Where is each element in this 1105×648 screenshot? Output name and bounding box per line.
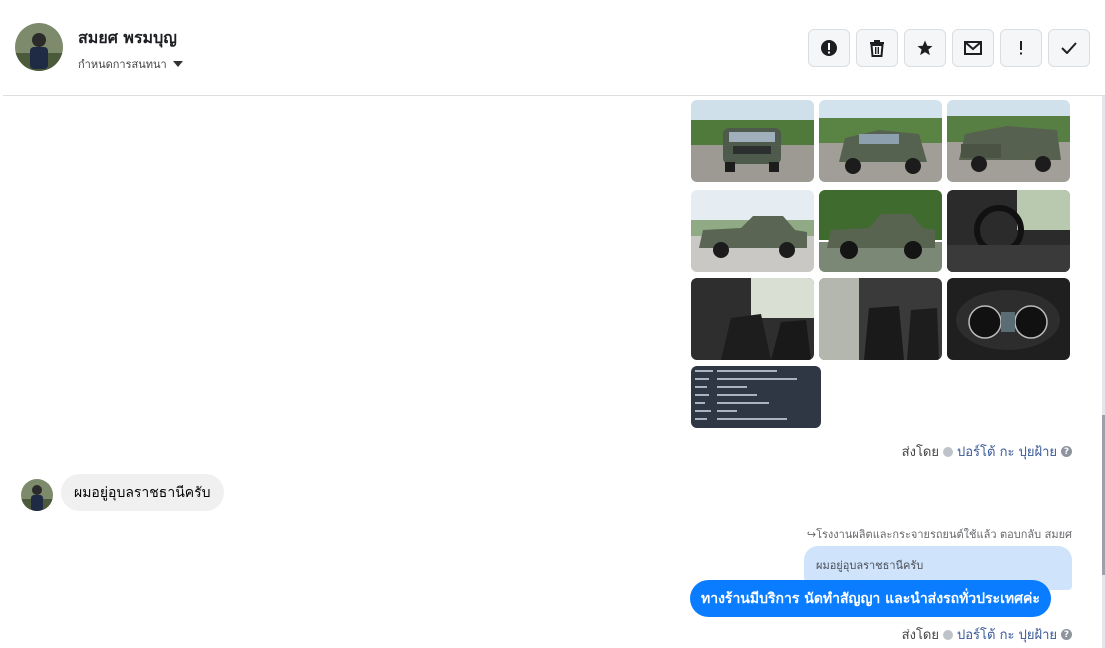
page-icon <box>943 446 953 457</box>
reply-note-text: โรงงานผลิตและกระจายรถยนต์ใช้แล้ว ตอบกลับ… <box>816 528 1072 541</box>
avatar[interactable] <box>15 23 63 71</box>
caret-down-icon <box>172 60 183 67</box>
important-button[interactable] <box>1000 29 1042 67</box>
sent-by-prefix: ส่งโดย <box>901 445 939 460</box>
car-photo[interactable] <box>691 100 814 182</box>
help-icon[interactable]: ? <box>1061 446 1072 457</box>
conversation-header: สมยศ พรมบุญ กำหนดการสนทนา <box>3 0 1105 96</box>
incoming-message[interactable]: ผมอยู่อุบลราชธานีครับ <box>61 474 224 511</box>
document-photo[interactable] <box>691 366 821 428</box>
car-photo[interactable] <box>819 190 942 272</box>
car-photo[interactable] <box>819 278 942 360</box>
outgoing-message[interactable]: ทางร้านมีบริการ นัดทำสัญญา และนำส่งรถทั่… <box>690 580 1051 617</box>
contact-name[interactable]: สมยศ พรมบุญ <box>78 26 177 51</box>
sent-by-prefix: ส่งโดย <box>901 628 939 643</box>
mark-unread-button[interactable] <box>952 29 994 67</box>
help-icon[interactable]: ? <box>1061 629 1072 640</box>
sent-by-meta: ส่งโดย ปอร์โต้ กะ ปุยฝ้าย ? <box>902 441 1072 462</box>
reply-note: ↪โรงงานผลิตและกระจายรถยนต์ใช้แล้ว ตอบกลั… <box>807 525 1072 543</box>
delete-button[interactable] <box>856 29 898 67</box>
sender-link[interactable]: ปอร์โต้ กะ ปุยฝ้าย <box>957 441 1057 462</box>
sent-by-meta: ส่งโดย ปอร์โต้ กะ ปุยฝ้าย ? <box>902 624 1072 645</box>
conversation-settings-dropdown[interactable]: กำหนดการสนทนา <box>78 55 183 73</box>
check-icon <box>1061 42 1077 54</box>
mark-done-button[interactable] <box>1048 29 1090 67</box>
mail-icon <box>964 41 982 55</box>
important-icon <box>1020 41 1022 55</box>
conversation-settings-label: กำหนดการสนทนา <box>78 58 167 71</box>
avatar[interactable] <box>21 479 53 511</box>
report-icon <box>821 40 837 56</box>
sender-link[interactable]: ปอร์โต้ กะ ปุยฝ้าย <box>957 624 1057 645</box>
reply-arrow-icon: ↪ <box>806 528 817 541</box>
page-icon <box>943 629 953 640</box>
star-button[interactable] <box>904 29 946 67</box>
car-photo[interactable] <box>947 278 1070 360</box>
car-photo[interactable] <box>819 100 942 182</box>
star-icon <box>917 40 933 56</box>
car-photo[interactable] <box>691 278 814 360</box>
car-photo[interactable] <box>691 190 814 272</box>
report-button[interactable] <box>808 29 850 67</box>
trash-icon <box>870 40 884 57</box>
car-photo[interactable] <box>947 100 1070 182</box>
car-photo[interactable] <box>947 190 1070 272</box>
toolbar <box>808 29 1090 67</box>
